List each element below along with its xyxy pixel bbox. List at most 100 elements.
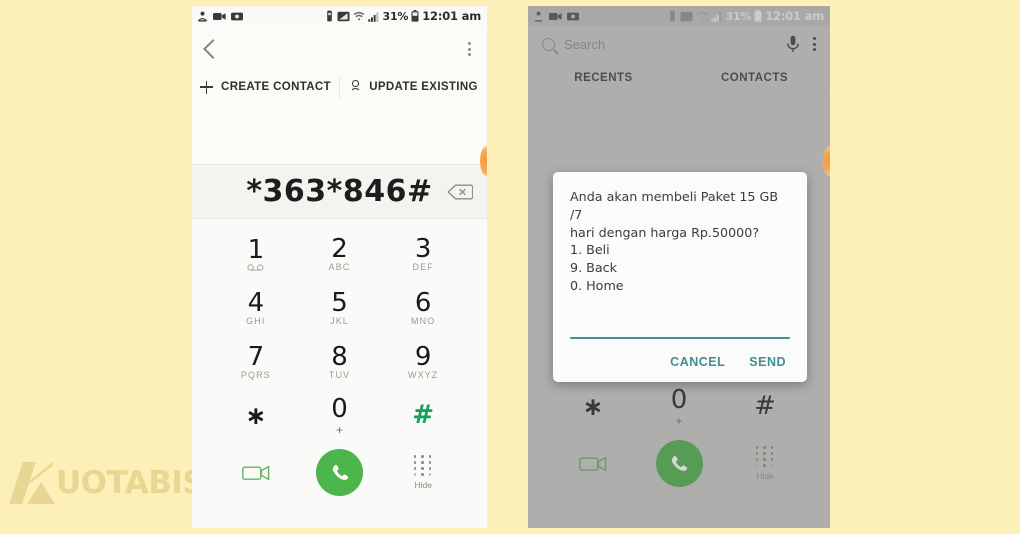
key-letters: GHI [246, 316, 266, 327]
dialpad-key-3[interactable]: 3 DEF [381, 227, 465, 281]
right-bottom-bar: Hide [528, 434, 830, 487]
dialpad-row: 4 GHI 5 JKL 6 MNO [214, 281, 465, 335]
right-phone-screen: 31% 12:01 am Search RECENTS CONTACTS ∗ 0… [528, 6, 830, 528]
video-call-icon [241, 464, 270, 481]
cancel-button[interactable]: CANCEL [670, 355, 725, 369]
vibrate-icon [326, 10, 332, 22]
dialpad-key-9[interactable]: 9 WXYZ [381, 335, 465, 389]
send-button[interactable]: SEND [749, 355, 786, 369]
key-digit: 8 [331, 341, 348, 372]
dialpad-key-hash[interactable]: # [722, 380, 808, 434]
left-statusbar: 31% 12:01 am [192, 6, 487, 26]
voicemail-icon [247, 264, 264, 271]
dialpad-row: 1 2 ABC 3 DEF [214, 227, 465, 281]
watermark-k-logo [9, 462, 55, 504]
video-call-button[interactable] [550, 455, 636, 473]
dialpad-key-0[interactable]: 0 + [298, 389, 382, 443]
dialpad-key-1[interactable]: 1 [214, 227, 298, 281]
hide-keypad-button[interactable]: Hide [381, 455, 465, 490]
update-existing-label: UPDATE EXISTING [369, 81, 478, 93]
video-call-icon [579, 455, 607, 472]
signal-icon [367, 12, 378, 22]
cast-icon [337, 11, 349, 21]
cast-icon [680, 11, 692, 21]
dialpad-key-0[interactable]: 0 + [636, 380, 722, 434]
search-bar[interactable]: Search [528, 26, 830, 62]
screenshot-stage: UOTABISA.COM 31% 12:01 am CREATE CONTACT… [0, 0, 1020, 534]
person-icon [349, 80, 361, 94]
dialpad-key-8[interactable]: 8 TUV [298, 335, 382, 389]
phone-side-button [480, 146, 487, 176]
right-statusbar: 31% 12:01 am [528, 6, 830, 26]
overflow-menu-icon[interactable] [468, 42, 471, 56]
ussd-dialog: Anda akan membeli Paket 15 GB /7 hari de… [553, 172, 807, 382]
call-button[interactable] [655, 440, 703, 487]
dialed-number-row: *363*846# [192, 164, 487, 219]
hide-label: Hide [756, 470, 774, 481]
statusbar-left-icons [197, 11, 243, 22]
dialpad-key-star[interactable]: ∗ [214, 389, 298, 443]
search-icon [542, 37, 555, 51]
key-letters: JKL [330, 316, 349, 327]
dialpad: 1 2 ABC 3 DEF 4 GHI 5 JKL 6 MNO 7 PQRS 8… [192, 219, 487, 443]
key-digit: 7 [247, 341, 265, 372]
hide-keypad-button[interactable]: Hide [722, 446, 808, 481]
dialpad-key-5[interactable]: 5 JKL [298, 281, 382, 335]
video-recorder-icon [213, 12, 226, 20]
tab-bar: RECENTS CONTACTS [528, 62, 830, 94]
microphone-icon[interactable] [786, 35, 800, 53]
vibrate-icon [669, 10, 675, 22]
left-appbar [192, 26, 487, 72]
call-button[interactable] [316, 449, 363, 496]
left-bottom-bar: Hide [192, 443, 487, 496]
key-plus: + [336, 422, 344, 437]
phone-side-button [823, 146, 830, 176]
call-icon [332, 464, 348, 480]
search-input[interactable]: Search [564, 37, 777, 52]
ussd-message: Anda akan membeli Paket 15 GB /7 hari de… [570, 189, 779, 293]
back-chevron-icon[interactable] [203, 39, 223, 59]
statusbar-right-icons: 31% 12:01 am [325, 9, 481, 23]
overflow-menu-icon[interactable] [813, 37, 816, 51]
key-letters: WXYZ [407, 370, 439, 381]
dialpad-key-star[interactable]: ∗ [550, 380, 636, 434]
dialpad-key-4[interactable]: 4 GHI [214, 281, 298, 335]
tab-recents[interactable]: RECENTS [528, 72, 679, 84]
statusbar-right-icons: 31% 12:01 am [668, 9, 824, 23]
battery-percent-label: 31% [725, 9, 752, 23]
call-button-cell [636, 440, 722, 487]
key-letters: PQRS [240, 370, 271, 381]
signal-icon [710, 12, 721, 22]
key-digit: 0 [331, 394, 348, 425]
key-letters: TUV [328, 370, 351, 381]
statusbar-left-icons [533, 11, 579, 22]
key-digit: 3 [414, 233, 432, 264]
tab-contacts[interactable]: CONTACTS [679, 72, 830, 84]
dialpad-key-6[interactable]: 6 MNO [381, 281, 465, 335]
dialpad-row: ∗ 0 + # [550, 380, 808, 434]
create-contact-button[interactable]: CREATE CONTACT [192, 80, 339, 94]
left-phone-screen: 31% 12:01 am CREATE CONTACT UPDATE EXIST… [192, 6, 487, 528]
key-digit: # [412, 400, 435, 431]
key-letters: MNO [411, 316, 436, 327]
dialpad-row: 7 PQRS 8 TUV 9 WXYZ [214, 335, 465, 389]
dialed-number-display[interactable]: *363*846# [246, 174, 432, 209]
contacts-sync-icon [535, 11, 542, 22]
battery-percent-label: 31% [382, 9, 409, 23]
key-digit: ∗ [582, 391, 604, 421]
wifi-icon [696, 11, 707, 21]
suggestions-empty-pane [192, 102, 487, 164]
key-plus: + [675, 413, 683, 428]
key-digit: # [754, 391, 776, 422]
video-recorder-icon [549, 12, 562, 20]
plus-icon [200, 80, 214, 94]
dialpad-key-hash[interactable]: # [381, 389, 465, 443]
create-contact-label: CREATE CONTACT [221, 81, 331, 93]
dialpad-key-2[interactable]: 2 ABC [298, 227, 382, 281]
dialpad-key-7[interactable]: 7 PQRS [214, 335, 298, 389]
video-call-button[interactable] [214, 464, 298, 482]
statusbar-clock: 12:01 am [765, 9, 824, 23]
update-existing-button[interactable]: UPDATE EXISTING [340, 80, 487, 94]
backspace-icon[interactable] [447, 184, 473, 200]
key-digit: 0 [670, 385, 688, 416]
